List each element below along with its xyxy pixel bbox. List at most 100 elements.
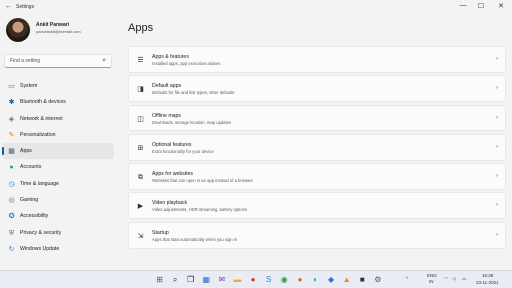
- chevron-right-icon: ›: [496, 202, 498, 209]
- card-title: Apps for websites: [152, 171, 193, 178]
- apps-websites-icon: ⧉: [138, 174, 143, 182]
- task-view-icon[interactable]: ❐: [185, 274, 196, 285]
- close-icon[interactable]: ✕: [494, 2, 508, 10]
- wifi-tray-icon[interactable]: ◠: [444, 276, 448, 282]
- app-icon-red[interactable]: ●: [248, 274, 259, 285]
- taskbar: ^ ENG IN ◠ ◁ ▭ 16:38 23-11-2021 ⊞ ⌕ ❐ ▦ ✉ ▬ ● S…: [0, 270, 512, 288]
- sidebar-item-label: Bluetooth & devices: [20, 99, 66, 106]
- card-title: Offline maps: [152, 112, 182, 119]
- search-box[interactable]: Find a setting ⌕: [4, 54, 112, 68]
- sidebar-item-accessibility[interactable]: ✪ Accessibility: [2, 208, 114, 224]
- card-apps-for-websites[interactable]: ⧉ Apps for websites Websites that can open…: [128, 163, 506, 190]
- avatar[interactable]: [6, 18, 30, 42]
- tray-overflow-icon[interactable]: ^: [406, 276, 408, 281]
- file-explorer-icon[interactable]: ▬: [232, 274, 243, 285]
- card-subtitle: Downloads, storage location, map updates: [152, 119, 232, 125]
- chevron-right-icon: ›: [496, 231, 498, 238]
- card-video-playback[interactable]: ▶ Video playback Video adjustments, HDR st…: [128, 192, 506, 220]
- card-optional-features[interactable]: ⊞ Optional features Extra functionality fo…: [128, 133, 506, 161]
- sidebar-item-label: Privacy & security: [20, 229, 62, 236]
- user-profile[interactable]: Ankit Panwari panwiankit@hotmail.com: [4, 16, 120, 44]
- edge-icon[interactable]: ◐: [310, 274, 321, 285]
- sidebar-item-system[interactable]: ▭ System: [2, 78, 114, 94]
- card-title: Video playback: [152, 200, 188, 207]
- sidebar-item-label: Time & language: [20, 180, 60, 187]
- sidebar-item-bluetooth-devices[interactable]: ✱ Bluetooth & devices: [2, 94, 114, 110]
- volume-tray-icon[interactable]: ◁: [452, 276, 455, 282]
- clock-date[interactable]: 23-11-2021: [476, 280, 499, 285]
- firefox-icon[interactable]: ●: [294, 274, 305, 285]
- sidebar-item-windows-update[interactable]: ↻ Windows Update: [2, 241, 114, 257]
- sidebar-nav: ▭ System ✱ Bluetooth & devices ◈ Network & in…: [2, 78, 114, 257]
- settings-window: ← Settings — ☐ ✕ Ankit Panwari panwianki…: [0, 0, 512, 270]
- search-input[interactable]: Find a setting: [10, 58, 40, 64]
- card-default-apps[interactable]: ◨ Default apps Defaults for file and link …: [128, 75, 506, 103]
- app-title: Settings: [16, 4, 35, 10]
- vlc-icon[interactable]: ▲: [341, 274, 352, 285]
- title-bar: ← Settings — ☐ ✕: [0, 0, 512, 14]
- card-title: Default apps: [152, 83, 182, 90]
- monitor-icon: ▭: [8, 83, 15, 90]
- sidebar-item-privacy-security[interactable]: ⛨ Privacy & security: [2, 225, 114, 241]
- app-icon-dark[interactable]: ■: [357, 274, 368, 285]
- sidebar-item-gaming[interactable]: ◎ Gaming: [2, 192, 114, 208]
- chevron-right-icon: ›: [496, 85, 498, 92]
- sidebar-item-accounts[interactable]: ● Accounts: [2, 159, 114, 175]
- person-icon: ●: [9, 164, 14, 172]
- card-title: Startup: [152, 229, 169, 236]
- globe-clock-icon: ◷: [8, 180, 15, 188]
- brush-icon: ✎: [8, 131, 15, 139]
- skype-icon[interactable]: S: [263, 274, 274, 285]
- sidebar-item-label: System: [20, 83, 38, 89]
- sidebar-item-time-language[interactable]: ◷ Time & language: [2, 176, 114, 192]
- page-title: Apps: [128, 22, 154, 34]
- update-icon: ↻: [8, 245, 15, 253]
- app-icon-blue[interactable]: ◆: [326, 274, 337, 285]
- card-subtitle: Extra functionality for your device: [152, 148, 214, 154]
- chevron-right-icon: ›: [496, 143, 498, 150]
- chevron-right-icon: ›: [496, 56, 498, 62]
- gamepad-icon: ◎: [8, 197, 15, 205]
- start-icon[interactable]: ⊞: [154, 274, 165, 285]
- chrome-icon[interactable]: ◉: [279, 274, 290, 285]
- startup-icon: ⇲: [137, 232, 144, 240]
- card-subtitle: Installed apps, app execution aliases: [152, 61, 221, 66]
- maximize-icon[interactable]: ☐: [474, 2, 488, 10]
- back-icon[interactable]: ←: [5, 3, 12, 10]
- map-icon: ◫: [137, 115, 144, 123]
- card-subtitle: Websites that can open in an app instead…: [152, 178, 253, 184]
- sidebar-item-network-internet[interactable]: ◈ Network & internet: [2, 111, 114, 127]
- sidebar-item-personalization[interactable]: ✎ Personalization: [2, 127, 114, 143]
- card-apps-features[interactable]: ☰ Apps & features Installed apps, app exec…: [128, 46, 506, 73]
- sidebar-item-apps[interactable]: ▦ Apps: [2, 143, 114, 160]
- accessibility-icon: ✪: [8, 213, 15, 221]
- sidebar-item-label: Apps: [20, 148, 32, 155]
- sidebar-item-label: Accounts: [20, 164, 42, 171]
- sidebar-item-label: Gaming: [20, 197, 39, 204]
- card-subtitle: Defaults for file and link types, other …: [152, 90, 235, 96]
- video-icon: ▶: [137, 203, 144, 211]
- card-offline-maps[interactable]: ◫ Offline maps Downloads, storage location…: [128, 104, 506, 132]
- minimize-icon[interactable]: —: [456, 2, 470, 9]
- settings-icon[interactable]: ⚙: [372, 274, 383, 285]
- chat-icon[interactable]: ✉: [216, 274, 227, 285]
- card-startup[interactable]: ⇲ Startup Apps that start automatically wh…: [128, 221, 506, 249]
- profile-email: panwiankit@hotmail.com: [36, 29, 81, 34]
- card-title: Optional features: [152, 141, 192, 148]
- shield-icon: ⛨: [8, 229, 15, 237]
- language-indicator-bottom[interactable]: IN: [429, 279, 434, 284]
- widgets-icon[interactable]: ▦: [201, 274, 212, 285]
- battery-tray-icon[interactable]: ▭: [462, 276, 466, 282]
- chevron-right-icon: ›: [496, 114, 498, 121]
- list-icon: ☰: [137, 57, 144, 64]
- chevron-right-icon: ›: [496, 173, 498, 180]
- profile-name: Ankit Panwari: [36, 22, 70, 28]
- default-apps-icon: ◨: [137, 86, 144, 94]
- search-icon[interactable]: ⌕: [170, 274, 181, 285]
- card-subtitle: Video adjustments, HDR streaming, batter…: [152, 207, 248, 213]
- clock-time[interactable]: 16:38: [482, 273, 493, 278]
- card-title: Apps & features: [152, 54, 189, 60]
- apps-icon: ▦: [8, 148, 15, 156]
- language-indicator-top[interactable]: ENG: [427, 273, 437, 278]
- search-icon: ⌕: [102, 57, 106, 64]
